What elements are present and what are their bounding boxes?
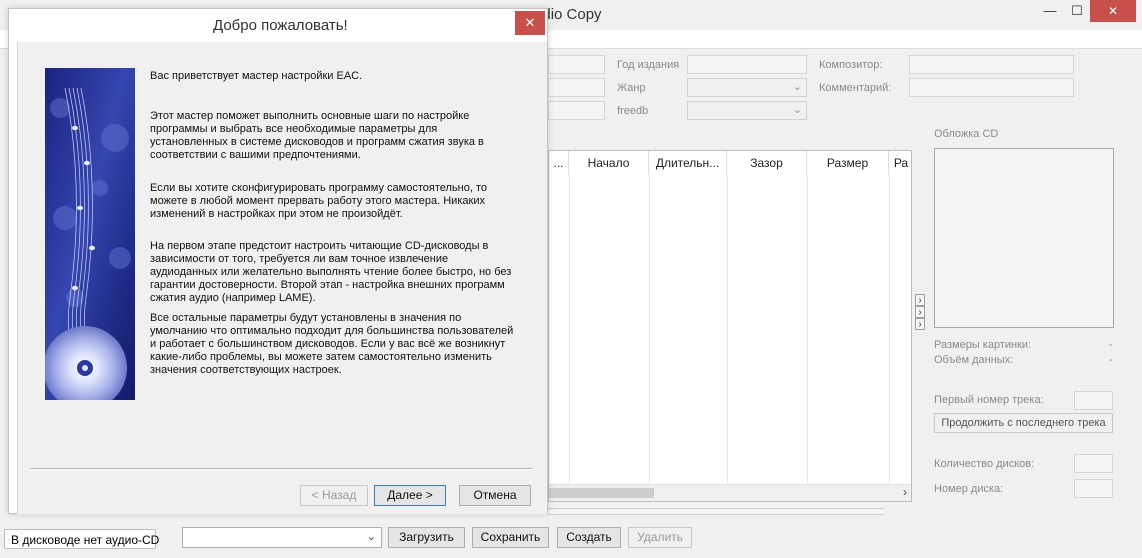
continue-from-last-track-button[interactable]: Продолжить с последнего трека xyxy=(934,413,1113,433)
track-table[interactable]: ... Начало Длительн... Зазор Размер Ра › xyxy=(548,150,912,502)
image-size-label: Размеры картинки: xyxy=(934,339,1032,351)
chevron-down-icon: ⌄ xyxy=(366,531,376,543)
image-size-value: - xyxy=(1109,339,1113,351)
close-icon[interactable]: ✕ xyxy=(515,11,545,35)
horizontal-scrollbar[interactable]: › xyxy=(549,484,911,501)
wizard-title: Добро пожаловать! xyxy=(213,17,348,34)
expand-panel-icon[interactable]: › xyxy=(915,318,925,330)
column-header-gap[interactable]: Зазор xyxy=(727,151,807,175)
album-field[interactable] xyxy=(548,78,605,97)
data-volume-value: - xyxy=(1109,354,1113,366)
disc-count-label: Количество дисков: xyxy=(934,458,1035,470)
cancel-button[interactable]: Отмена xyxy=(459,485,531,506)
disc-field[interactable] xyxy=(548,101,605,120)
column-header-length[interactable]: Длительн... xyxy=(649,151,727,175)
scrollbar-thumb[interactable] xyxy=(549,488,654,498)
close-icon[interactable]: ✕ xyxy=(1090,0,1136,22)
first-track-field[interactable] xyxy=(1074,391,1113,410)
wizard-paragraph-3: Если вы хотите сконфигурировать программ… xyxy=(150,182,487,220)
wizard-separator xyxy=(30,468,532,470)
delete-button[interactable]: Удалить xyxy=(628,527,692,548)
genre-label: Жанр xyxy=(617,82,646,94)
artist-field[interactable] xyxy=(548,55,605,74)
progress-bar xyxy=(548,508,884,515)
back-button[interactable]: < Назад xyxy=(300,485,368,506)
cover-image-area[interactable] xyxy=(934,148,1114,328)
chevron-down-icon: ⌄ xyxy=(792,81,802,93)
expand-panel-icon[interactable]: › xyxy=(915,306,925,318)
wizard-paragraph-5: Все остальные параметры будут установлен… xyxy=(150,312,514,376)
comment-label: Комментарий: xyxy=(819,82,892,94)
column-header-start[interactable]: Начало xyxy=(569,151,649,175)
chevron-right-icon[interactable]: › xyxy=(903,485,907,500)
wizard-paragraph-1: Вас приветствует мастер настройки EAC. xyxy=(150,70,363,82)
wizard-paragraph-2: Этот мастер поможет выполнить основные ш… xyxy=(150,110,484,161)
first-track-label: Первый номер трека: xyxy=(934,394,1044,406)
save-button[interactable]: Сохранить xyxy=(472,527,549,548)
chevron-down-icon: ⌄ xyxy=(792,104,802,116)
comment-field[interactable] xyxy=(909,78,1074,97)
year-label: Год издания xyxy=(617,59,680,71)
drive-select[interactable]: ⌄ xyxy=(182,527,382,548)
column-header[interactable]: ... xyxy=(549,151,569,175)
status-text: В дисководе нет аудио-CD xyxy=(4,529,159,549)
wizard-paragraph-4: На первом этапе предстоит настроить чита… xyxy=(150,240,512,304)
genre-select[interactable]: ⌄ xyxy=(687,78,807,97)
expand-panel-icon[interactable]: › xyxy=(915,294,925,306)
data-volume-label: Объём данных: xyxy=(934,354,1014,366)
column-header-more[interactable]: Ра xyxy=(889,151,911,175)
wizard-music-image xyxy=(45,68,135,400)
column-header-size[interactable]: Размер xyxy=(807,151,889,175)
disc-number-label: Номер диска: xyxy=(934,483,1004,495)
composer-field[interactable] xyxy=(909,55,1074,74)
wizard-title-bar: Добро пожаловать! ✕ xyxy=(9,9,547,39)
next-button[interactable]: Далее > xyxy=(374,485,446,506)
maximize-icon[interactable]: ☐ xyxy=(1060,0,1094,22)
disc-number-field[interactable] xyxy=(1074,479,1113,498)
disc-count-field[interactable] xyxy=(1074,454,1113,473)
year-field[interactable] xyxy=(687,55,807,74)
composer-label: Композитор: xyxy=(819,59,883,71)
freedb-label: freedb xyxy=(617,105,649,117)
load-button[interactable]: Загрузить xyxy=(388,527,465,548)
freedb-select[interactable]: ⌄ xyxy=(687,101,807,120)
cover-title: Обложка CD xyxy=(934,128,999,140)
create-button[interactable]: Создать xyxy=(557,527,621,548)
